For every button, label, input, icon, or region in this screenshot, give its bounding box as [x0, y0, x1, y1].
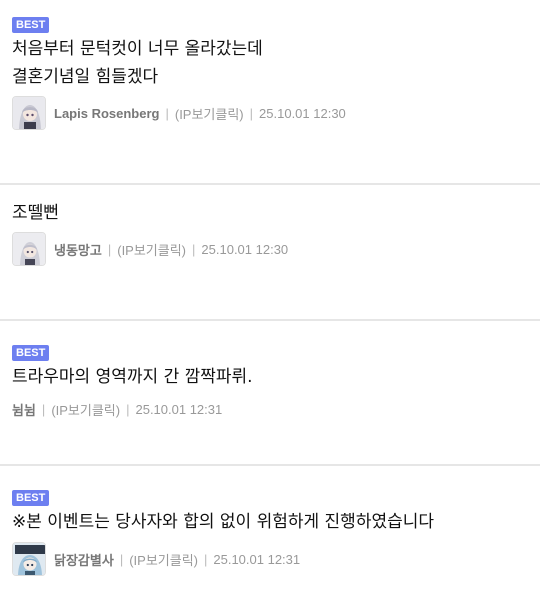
comment-text: 트라우마의 영역까지 간 깜짝파뤼. [12, 367, 253, 387]
separator: | [126, 402, 130, 417]
comment-item: BEST 처음부터 문턱컷이 너무 올라갔는데 결혼기념일 힘들겠다 Lapis… [0, 0, 540, 184]
separator: | [192, 241, 196, 257]
comment-meta: 닭장감별사 | (IP보기클릭) | 25.10.01 12:31 [12, 542, 300, 576]
separator: | [165, 105, 169, 121]
separator: | [249, 105, 254, 121]
avatar-anime-girl-icon [13, 97, 45, 129]
comment-meta: 뉨뉨 | (IP보기클릭) | 25.10.01 12:31 [12, 400, 222, 419]
comment-meta: 냉동망고 | (IP보기클릭) | 25.10.01 12:30 [12, 232, 288, 266]
avatar[interactable] [12, 232, 46, 266]
avatar[interactable] [12, 96, 46, 130]
separator: | [119, 551, 124, 567]
best-badge: BEST [12, 17, 50, 33]
separator: | [107, 241, 112, 257]
timestamp: 25.10.01 12:30 [201, 241, 289, 257]
comment-item: BEST 트라우마의 영역까지 간 깜짝파뤼. 뉨뉨 | (IP보기클릭) | … [0, 321, 540, 465]
separator: | [41, 402, 46, 417]
author-nickname[interactable]: 닭장감별사 [54, 550, 114, 569]
best-badge: BEST [12, 345, 50, 361]
comment-text: ※본 이벤트는 당사자와 합의 없이 위험하게 진행하였습니다 [12, 512, 435, 532]
best-badge: BEST [12, 490, 50, 506]
timestamp: 25.10.01 12:31 [135, 402, 223, 417]
ip-view-link[interactable]: (IP보기클릭) [129, 550, 198, 569]
timestamp: 25.10.01 12:31 [213, 551, 301, 567]
ip-view-link[interactable]: (IP보기클릭) [175, 104, 244, 123]
avatar-anime-girl-icon [13, 233, 45, 265]
ip-view-link[interactable]: (IP보기클릭) [117, 240, 186, 259]
comment-item: 조뗄뻔 냉동망고 | (IP보기클릭) | 25.10.01 12:30 [0, 185, 540, 320]
avatar-anime-character-icon [13, 543, 45, 575]
author-nickname[interactable]: 냉동망고 [54, 240, 102, 259]
author-nickname[interactable]: Lapis Rosenberg [54, 106, 159, 121]
comment-meta: Lapis Rosenberg | (IP보기클릭) | 25.10.01 12… [12, 96, 346, 130]
separator: | [203, 551, 208, 567]
comment-item: BEST ※본 이벤트는 당사자와 합의 없이 위험하게 진행하였습니다 닭장감… [0, 466, 540, 595]
comment-text: 처음부터 문턱컷이 너무 올라갔는데 결혼기념일 힘들겠다 [12, 39, 263, 87]
author-nickname[interactable]: 뉨뉨 [12, 400, 36, 419]
timestamp: 25.10.01 12:30 [259, 105, 346, 121]
ip-view-link[interactable]: (IP보기클릭) [51, 400, 120, 419]
comment-text: 조뗄뻔 [12, 203, 59, 223]
avatar[interactable] [12, 542, 46, 576]
